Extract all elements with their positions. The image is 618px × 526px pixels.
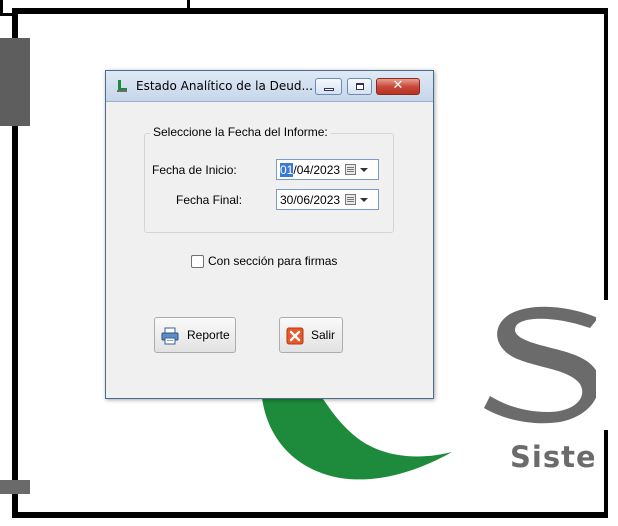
report-button[interactable]: Reporte xyxy=(154,317,236,353)
close-icon: ✕ xyxy=(392,78,404,93)
end-date-value[interactable]: 30/06/2023 xyxy=(280,193,340,207)
start-date-label: Fecha de Inicio: xyxy=(152,163,237,177)
end-date-label: Fecha Final: xyxy=(176,193,243,207)
calendar-icon[interactable] xyxy=(345,194,356,205)
end-date-picker[interactable]: 30/06/2023 xyxy=(276,189,379,210)
start-date-rest: /04/2023 xyxy=(293,163,341,177)
start-date-value[interactable]: 01/04/2023 xyxy=(280,163,340,177)
printer-icon xyxy=(161,327,179,345)
app-icon xyxy=(117,80,127,92)
title-bar[interactable]: Estado Analítico de la Deud... ✕ xyxy=(106,71,433,102)
logo-green-swoosh xyxy=(262,398,452,480)
exit-button-label: Salir xyxy=(311,328,336,342)
chevron-down-icon[interactable] xyxy=(360,198,368,202)
chevron-down-icon[interactable] xyxy=(360,168,368,172)
window-title: Estado Analítico de la Deud... xyxy=(136,79,313,93)
group-title: Seleccione la Fecha del Informe: xyxy=(150,125,331,139)
signature-checkbox[interactable] xyxy=(191,255,204,268)
exit-icon xyxy=(286,327,304,345)
exit-button[interactable]: Salir xyxy=(279,317,343,353)
report-button-label: Reporte xyxy=(187,328,230,342)
maximize-button[interactable] xyxy=(347,78,372,95)
start-date-selected-part: 01 xyxy=(280,163,294,177)
signature-checkbox-label[interactable]: Con sección para firmas xyxy=(208,254,337,268)
minimize-button[interactable] xyxy=(315,78,342,95)
close-button[interactable]: ✕ xyxy=(376,78,420,95)
brand-text: Sisten xyxy=(510,440,594,474)
start-date-picker[interactable]: 01/04/2023 xyxy=(276,159,379,180)
logo-gray-s xyxy=(484,306,600,424)
date-groupbox xyxy=(144,133,394,233)
calendar-icon[interactable] xyxy=(345,164,356,175)
report-dialog: Estado Analítico de la Deud... ✕ Selecci… xyxy=(105,70,434,399)
